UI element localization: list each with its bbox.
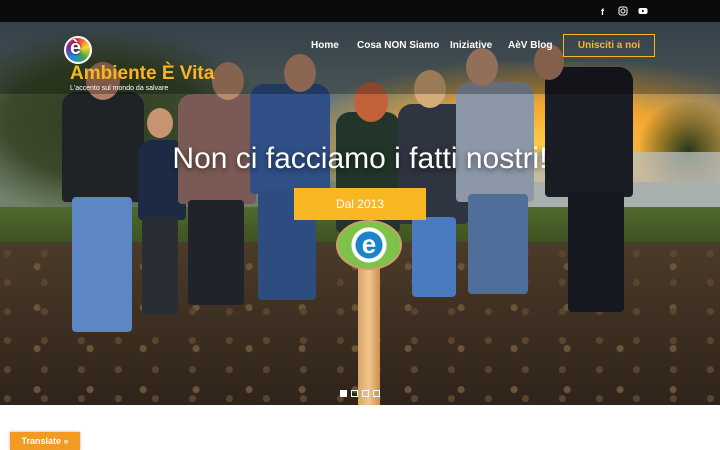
social-links: f — [596, 4, 650, 18]
facebook-icon[interactable]: f — [596, 4, 610, 18]
nav-home[interactable]: Home — [311, 40, 339, 51]
join-button[interactable]: Unisciti a noi — [563, 34, 655, 57]
slider-dots — [340, 390, 380, 397]
slider-dot[interactable] — [373, 390, 380, 397]
logo-tagline: L'accento sul mondo da salvare — [70, 85, 169, 92]
nav-iniziative[interactable]: Iniziative — [450, 40, 492, 51]
instagram-icon[interactable] — [616, 4, 630, 18]
since-2013-button[interactable]: Dal 2013 — [294, 188, 426, 220]
slider-dot[interactable] — [340, 390, 347, 397]
slider-dot[interactable] — [351, 390, 358, 397]
top-bar: f — [0, 0, 720, 22]
hero-headline: Non ci facciamo i fatti nostri! — [172, 142, 548, 175]
nav-blog[interactable]: AèV Blog — [508, 40, 552, 51]
page: f e è Ambiente È Vita L'accento sul mond… — [0, 0, 720, 450]
logo-title: Ambiente È Vita — [70, 63, 215, 84]
nav-cosa-non-siamo[interactable]: Cosa NON Siamo — [357, 40, 439, 51]
youtube-icon[interactable] — [636, 4, 650, 18]
slider-dot[interactable] — [362, 390, 369, 397]
wooden-sign-post — [358, 267, 380, 405]
logo-badge-letter: è — [70, 37, 82, 59]
site-logo[interactable]: è Ambiente È Vita L'accento sul mondo da… — [64, 36, 214, 92]
svg-text:f: f — [601, 7, 605, 16]
sign-letter: e — [361, 229, 377, 259]
translate-button[interactable]: Translate » — [10, 432, 80, 450]
